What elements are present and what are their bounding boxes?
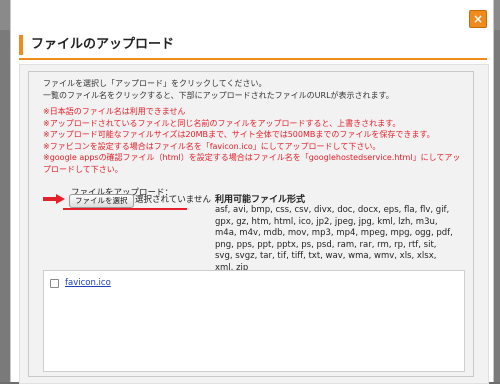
- dialog-title: ファイルのアップロード: [19, 35, 497, 55]
- note-item: ※アップロード可能なファイルサイズは20MBまで、サイト全体では500MBまでの…: [43, 130, 435, 139]
- intro-text: ファイルを選択し「アップロード」をクリックしてください。 一覧のファイル名をクリ…: [43, 78, 463, 102]
- note-item: ※日本語のファイル名は利用できません: [43, 107, 186, 116]
- formats-title: 利用可能ファイル形式: [215, 195, 306, 205]
- file-checkbox[interactable]: [50, 278, 59, 288]
- upload-panel: ファイルを選択し「アップロード」をクリックしてください。 一覧のファイル名をクリ…: [28, 71, 474, 377]
- no-file-selected-text: 選択されていません: [135, 195, 211, 205]
- file-link[interactable]: favicon.ico: [65, 278, 111, 288]
- highlight-underline: [63, 208, 187, 210]
- intro-line-2: 一覧のファイル名をクリックすると、下部にアップロードされたファイルのURLが表示…: [43, 91, 394, 100]
- formats-list: asf, avi, bmp, css, csv, divx, doc, docx…: [215, 205, 453, 273]
- dialog-content: ファイルを選択し「アップロード」をクリックしてください。 一覧のファイル名をクリ…: [19, 64, 489, 384]
- upload-dialog: × ファイルのアップロード ファイルを選択し「アップロード」をクリックしてくださ…: [10, 0, 497, 384]
- arrow-right-icon: [43, 194, 65, 204]
- note-item: ※google appsの確認ファイル（html）を設定する場合はファイル名を「…: [43, 153, 461, 174]
- title-underline: [19, 58, 487, 60]
- file-list: favicon.ico: [43, 270, 465, 372]
- list-item: favicon.ico: [50, 278, 111, 288]
- intro-line-1: ファイルを選択し「アップロード」をクリックしてください。: [43, 79, 267, 88]
- choose-file-button[interactable]: ファイルを選択: [69, 194, 134, 208]
- close-icon[interactable]: ×: [469, 10, 487, 28]
- note-item: ※アップロードされているファイルと同じ名前のファイルをアップロードすると、上書き…: [43, 118, 401, 128]
- note-item: ※ファビコンを設定する場合はファイル名を「favicon.ico」にしてアップロ…: [43, 141, 381, 151]
- notes-list: ※日本語のファイル名は利用できません ※アップロードされているファイルと同じ名前…: [43, 106, 463, 175]
